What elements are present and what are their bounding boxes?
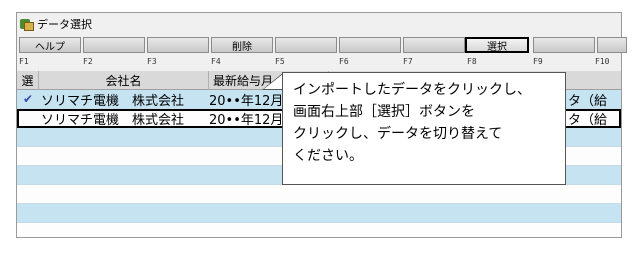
- fkey-label: F6: [339, 57, 349, 66]
- row-data-type: タ（給: [568, 93, 608, 109]
- delete-button[interactable]: 削除: [211, 37, 273, 53]
- callout-pointer-fill: [264, 74, 283, 89]
- fkey-label: F4: [211, 57, 221, 66]
- fkey-label: F8: [467, 57, 477, 66]
- select-button[interactable]: 選択: [465, 37, 529, 53]
- header-select[interactable]: 選: [17, 71, 39, 90]
- app-icon: [20, 17, 34, 31]
- fkey-label: F9: [533, 57, 543, 66]
- checkmark-icon: ✔: [23, 92, 34, 106]
- f7-button[interactable]: [403, 37, 465, 53]
- callout-line-4: ください。: [293, 148, 363, 164]
- fkey-label: F3: [147, 57, 157, 66]
- callout-line-2: 画面右上部［選択］ボタンを: [293, 104, 475, 120]
- function-key-toolbar: ヘルプ 削除 選択: [17, 35, 627, 57]
- row-data-type: タ（給: [568, 113, 608, 126]
- help-button[interactable]: ヘルプ: [19, 37, 81, 53]
- callout-text: インポートしたデータをクリックし、 画面右上部［選択］ボタンを クリックし、デー…: [293, 79, 561, 167]
- table-row[interactable]: [17, 185, 621, 204]
- f5-button[interactable]: [275, 37, 337, 53]
- f10-button[interactable]: [597, 37, 627, 53]
- fkey-label: F5: [275, 57, 285, 66]
- f6-button[interactable]: [339, 37, 401, 53]
- row-latest-pay-month: 20••年12月: [209, 93, 281, 109]
- row-company-name: ソリマチ電機 株式会社: [41, 113, 185, 126]
- fkey-label: F1: [19, 57, 29, 66]
- title-bar: データ選択: [17, 13, 621, 35]
- row-company-name: ソリマチ電機 株式会社: [41, 93, 185, 109]
- fkey-label: F2: [83, 57, 93, 66]
- row-latest-pay-month: 20••年12月: [209, 113, 281, 126]
- delete-button-label: 削除: [232, 41, 252, 53]
- fkey-label: F7: [403, 57, 413, 66]
- table-row[interactable]: [17, 223, 621, 237]
- window-title: データ選択: [37, 18, 92, 31]
- select-button-label: 選択: [487, 41, 507, 53]
- callout-line-1: インポートしたデータをクリックし、: [293, 82, 531, 98]
- function-key-labels: F1 F2 F3 F4 F5 F6 F7 F8 F9 F10: [17, 57, 621, 69]
- f3-button[interactable]: [147, 37, 209, 53]
- fkey-label: F10: [595, 57, 610, 66]
- table-row[interactable]: [17, 204, 621, 223]
- callout-line-3: クリックし、データを切り替えて: [293, 126, 503, 142]
- row-check: [23, 111, 37, 126]
- f9-button[interactable]: [533, 37, 595, 53]
- instruction-callout: インポートしたデータをクリックし、 画面右上部［選択］ボタンを クリックし、デー…: [282, 72, 566, 185]
- header-company-name[interactable]: 会社名: [39, 71, 209, 90]
- f2-button[interactable]: [83, 37, 145, 53]
- help-button-label: ヘルプ: [35, 41, 65, 53]
